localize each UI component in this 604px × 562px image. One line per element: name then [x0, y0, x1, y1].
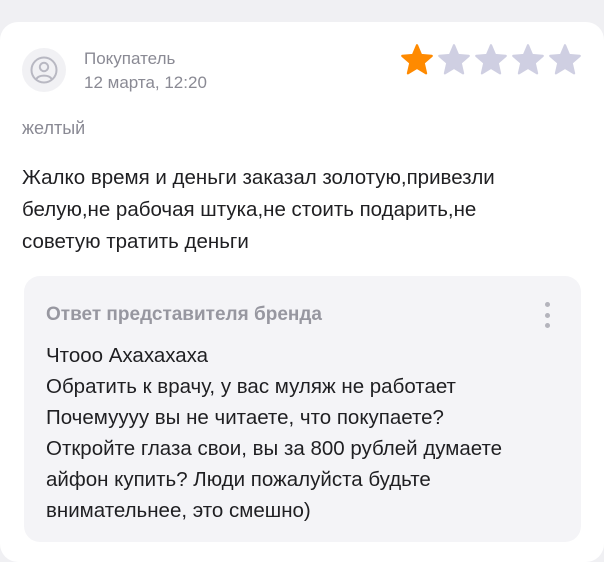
review-card: Покупатель 12 марта, 12:20 желтый Жалко …: [0, 22, 604, 562]
brand-reply-text: Чтооо Ахахахаха Обратить к врачу, у вас м…: [46, 340, 566, 526]
more-dot: [544, 302, 550, 307]
review-date: 12 марта, 12:20: [84, 73, 207, 92]
brand-reply-line: Почемуууу вы не читаете, что покупаете?: [46, 406, 444, 429]
review-text-line: Жалко время и деньги заказал золотую,при…: [22, 166, 495, 189]
star-icon: [512, 44, 544, 75]
brand-reply: Ответ представителя бренда Чтооо Ахахаха…: [24, 276, 581, 542]
more-dot: [544, 312, 550, 318]
brand-reply-line: Чтооо Ахахахаха: [46, 344, 209, 367]
avatar: [22, 48, 66, 92]
star-icon: [475, 44, 507, 75]
review-text-line: белую,не рабочая штука,не стоить подарит…: [22, 198, 477, 221]
review-text: Жалко время и деньги заказал золотую,при…: [22, 162, 582, 258]
brand-reply-line: Обратить к врачу, у вас муляж не работае…: [46, 375, 456, 398]
star-icon: [549, 44, 581, 75]
author-name: Покупатель: [84, 49, 176, 68]
more-dot: [544, 323, 550, 328]
star-icon: [438, 44, 470, 75]
brand-reply-line: айфон купить? Люди пожалуйста будьте: [46, 468, 431, 491]
user-avatar-icon: [30, 56, 58, 84]
brand-reply-line: внимательнее, это смешно): [46, 499, 311, 522]
more-vertical-icon[interactable]: [541, 300, 553, 330]
review-text-line: советую тратить деньги: [22, 230, 249, 253]
star-icon: [401, 44, 433, 75]
product-variant: желтый: [22, 118, 86, 138]
rating-stars: [400, 43, 582, 77]
brand-reply-title: Ответ представителя бренда: [46, 304, 322, 325]
brand-reply-line: Откройте глаза свои, вы за 800 рублей ду…: [46, 437, 503, 460]
